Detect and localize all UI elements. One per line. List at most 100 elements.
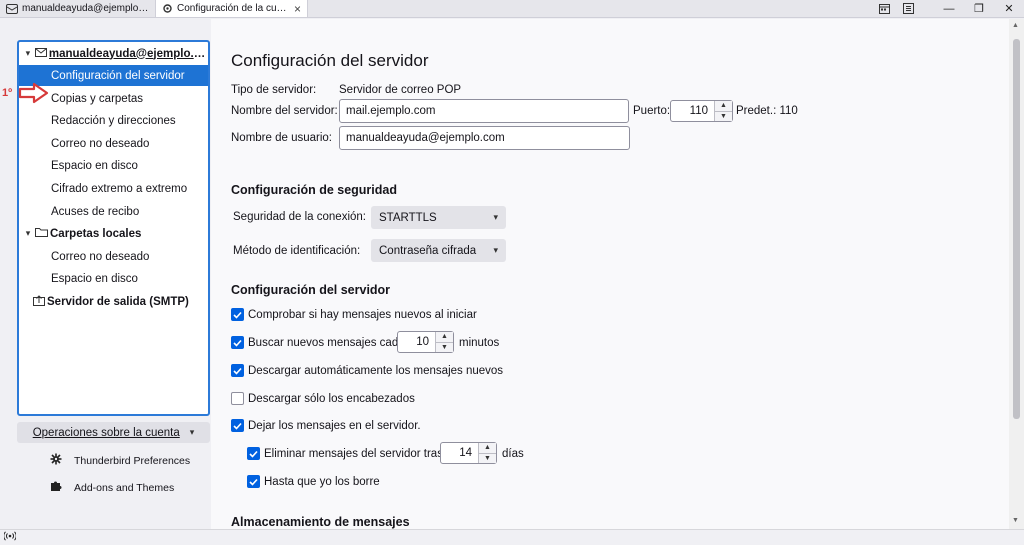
tree-item-label: Espacio en disco xyxy=(51,159,138,172)
delete-after-unit: días xyxy=(502,448,524,460)
tree-item-composition[interactable]: Redacción y direcciones xyxy=(19,110,208,131)
auto-download-label: Descargar automáticamente los mensajes n… xyxy=(248,364,504,377)
vertical-scrollbar[interactable]: ▲ ▼ xyxy=(1009,19,1024,529)
check-interval-unit: minutos xyxy=(459,337,500,349)
auto-download-option[interactable]: Descargar automáticamente los mensajes n… xyxy=(231,364,503,377)
checkbox-checked[interactable] xyxy=(247,475,260,488)
tree-item-label: Espacio en disco xyxy=(51,272,138,285)
stepper-up-icon[interactable]: ▲ xyxy=(436,332,453,342)
headers-only-option[interactable]: Descargar sólo los encabezados xyxy=(231,392,415,405)
check-every-option[interactable]: Buscar nuevos mensajes cada xyxy=(231,336,405,349)
outbox-icon xyxy=(33,294,45,309)
server-type-value: Servidor de correo POP xyxy=(339,84,462,96)
tree-item-label: Acuses de recibo xyxy=(51,205,140,218)
tree-item-disk-space[interactable]: Espacio en disco xyxy=(19,155,208,176)
connection-security-select[interactable]: STARTTLS ▾ xyxy=(371,206,506,229)
leave-on-server-label: Dejar los mensajes en el servidor. xyxy=(248,419,421,432)
tree-item-label: Redacción y direcciones xyxy=(51,114,176,127)
preferences-link[interactable]: Thunderbird Preferences xyxy=(50,453,190,468)
mail-tab-icon xyxy=(6,3,18,14)
tasks-icon[interactable] xyxy=(896,0,920,18)
connection-security-value: STARTTLS xyxy=(379,211,437,224)
account-name: manualdeayuda@ejemplo.c... xyxy=(48,47,208,60)
addons-link-label: Add-ons and Themes xyxy=(74,481,175,494)
tab-mail-label: manualdeayuda@ejemplo.com xyxy=(22,3,149,14)
checkbox-checked[interactable] xyxy=(231,336,244,349)
separator xyxy=(920,0,934,18)
chevron-down-icon: ▾ xyxy=(493,212,498,222)
gear-icon xyxy=(50,453,62,468)
headers-only-label: Descargar sólo los encabezados xyxy=(248,392,415,405)
auth-method-label: Método de identificación: xyxy=(233,245,361,257)
tree-local-folders[interactable]: ▾ Carpetas locales xyxy=(19,223,208,244)
folder-icon xyxy=(35,227,48,240)
red-arrow-icon xyxy=(18,82,49,104)
maximize-button[interactable]: ❐ xyxy=(964,0,994,18)
tree-item-local-junk[interactable]: Correo no deseado xyxy=(19,246,208,267)
stepper-up-icon[interactable]: ▲ xyxy=(479,443,496,453)
connection-security-label: Seguridad de la conexión: xyxy=(233,211,366,223)
tree-account-root[interactable]: ▾ manualdeayuda@ejemplo.c... xyxy=(19,43,208,64)
stepper-down-icon[interactable]: ▼ xyxy=(479,452,496,463)
auth-method-select[interactable]: Contraseña cifrada ▾ xyxy=(371,239,506,262)
checkbox-unchecked[interactable] xyxy=(231,392,244,405)
tree-item-local-disk-space[interactable]: Espacio en disco xyxy=(19,268,208,289)
checkbox-checked[interactable] xyxy=(231,364,244,377)
port-stepper[interactable]: 110 ▲ ▼ xyxy=(670,100,733,122)
tree-smtp-server[interactable]: Servidor de salida (SMTP) xyxy=(19,291,208,312)
tree-item-label: Copias y carpetas xyxy=(51,92,144,105)
page-title: Configuración del servidor xyxy=(231,51,429,70)
scroll-down-icon[interactable]: ▼ xyxy=(1012,517,1019,524)
chevron-down-icon[interactable]: ▾ xyxy=(23,228,33,239)
tree-item-label: Correo no deseado xyxy=(51,250,150,263)
server-type-label: Tipo de servidor: xyxy=(231,84,317,96)
until-deleted-option[interactable]: Hasta que yo los borre xyxy=(247,475,380,488)
checkbox-checked[interactable] xyxy=(231,308,244,321)
tree-item-receipts[interactable]: Acuses de recibo xyxy=(19,201,208,222)
port-value: 110 xyxy=(689,105,708,117)
stepper-up-icon[interactable]: ▲ xyxy=(715,101,732,111)
tab-mail[interactable]: manualdeayuda@ejemplo.com xyxy=(0,0,155,17)
stepper-down-icon[interactable]: ▼ xyxy=(715,110,732,121)
check-on-startup-option[interactable]: Comprobar si hay mensajes nuevos al inic… xyxy=(231,308,477,321)
scroll-up-icon[interactable]: ▲ xyxy=(1012,22,1019,29)
envelope-icon xyxy=(34,47,47,60)
puzzle-icon xyxy=(50,480,62,495)
auth-method-value: Contraseña cifrada xyxy=(379,244,477,257)
scrollbar-thumb[interactable] xyxy=(1013,39,1020,419)
delete-after-value: 14 xyxy=(459,447,472,459)
calendar-icon[interactable] xyxy=(872,0,896,18)
checkbox-checked[interactable] xyxy=(231,419,244,432)
tree-item-label: Configuración del servidor xyxy=(51,69,185,82)
username-field[interactable]: manualdeayuda@ejemplo.com xyxy=(339,126,630,150)
settings-panel: Configuración del servidor Tipo de servi… xyxy=(211,19,1009,529)
tree-item-junk[interactable]: Correo no deseado xyxy=(19,133,208,154)
server-section-title: Configuración del servidor xyxy=(231,283,391,297)
account-sidebar: 1º ▾ manualdeayuda@ejemplo.c... Configur… xyxy=(0,19,211,529)
check-interval-stepper[interactable]: 10 ▲ ▼ xyxy=(397,331,454,353)
account-actions-label: Operaciones sobre la cuenta xyxy=(32,426,180,439)
close-tab-icon[interactable]: × xyxy=(294,2,301,16)
check-on-startup-label: Comprobar si hay mensajes nuevos al inic… xyxy=(248,308,477,321)
delete-after-option[interactable]: Eliminar mensajes del servidor tras xyxy=(247,447,443,460)
account-actions-button[interactable]: Operaciones sobre la cuenta ▾ xyxy=(17,422,210,443)
delete-after-stepper[interactable]: 14 ▲ ▼ xyxy=(440,442,497,464)
tab-account-settings[interactable]: Configuración de la cuenta × xyxy=(155,0,308,17)
gear-tab-icon xyxy=(162,3,173,14)
chevron-down-icon[interactable]: ▾ xyxy=(23,48,33,59)
server-name-label: Nombre del servidor: xyxy=(231,105,338,117)
status-bar xyxy=(0,529,1024,545)
stepper-down-icon[interactable]: ▼ xyxy=(436,341,453,352)
minimize-button[interactable]: — xyxy=(934,0,964,18)
server-name-field[interactable]: mail.ejemplo.com xyxy=(339,99,629,123)
chevron-down-icon: ▾ xyxy=(189,427,195,437)
tree-item-e2e-encryption[interactable]: Cifrado extremo a extremo xyxy=(19,178,208,199)
delete-after-label: Eliminar mensajes del servidor tras xyxy=(264,447,443,460)
checkbox-checked[interactable] xyxy=(247,447,260,460)
online-status-icon[interactable] xyxy=(3,531,17,544)
close-window-button[interactable]: ✕ xyxy=(994,0,1024,18)
leave-on-server-option[interactable]: Dejar los mensajes en el servidor. xyxy=(231,419,421,432)
port-label: Puerto: xyxy=(633,105,671,117)
addons-link[interactable]: Add-ons and Themes xyxy=(50,480,174,495)
check-every-label: Buscar nuevos mensajes cada xyxy=(248,336,405,349)
